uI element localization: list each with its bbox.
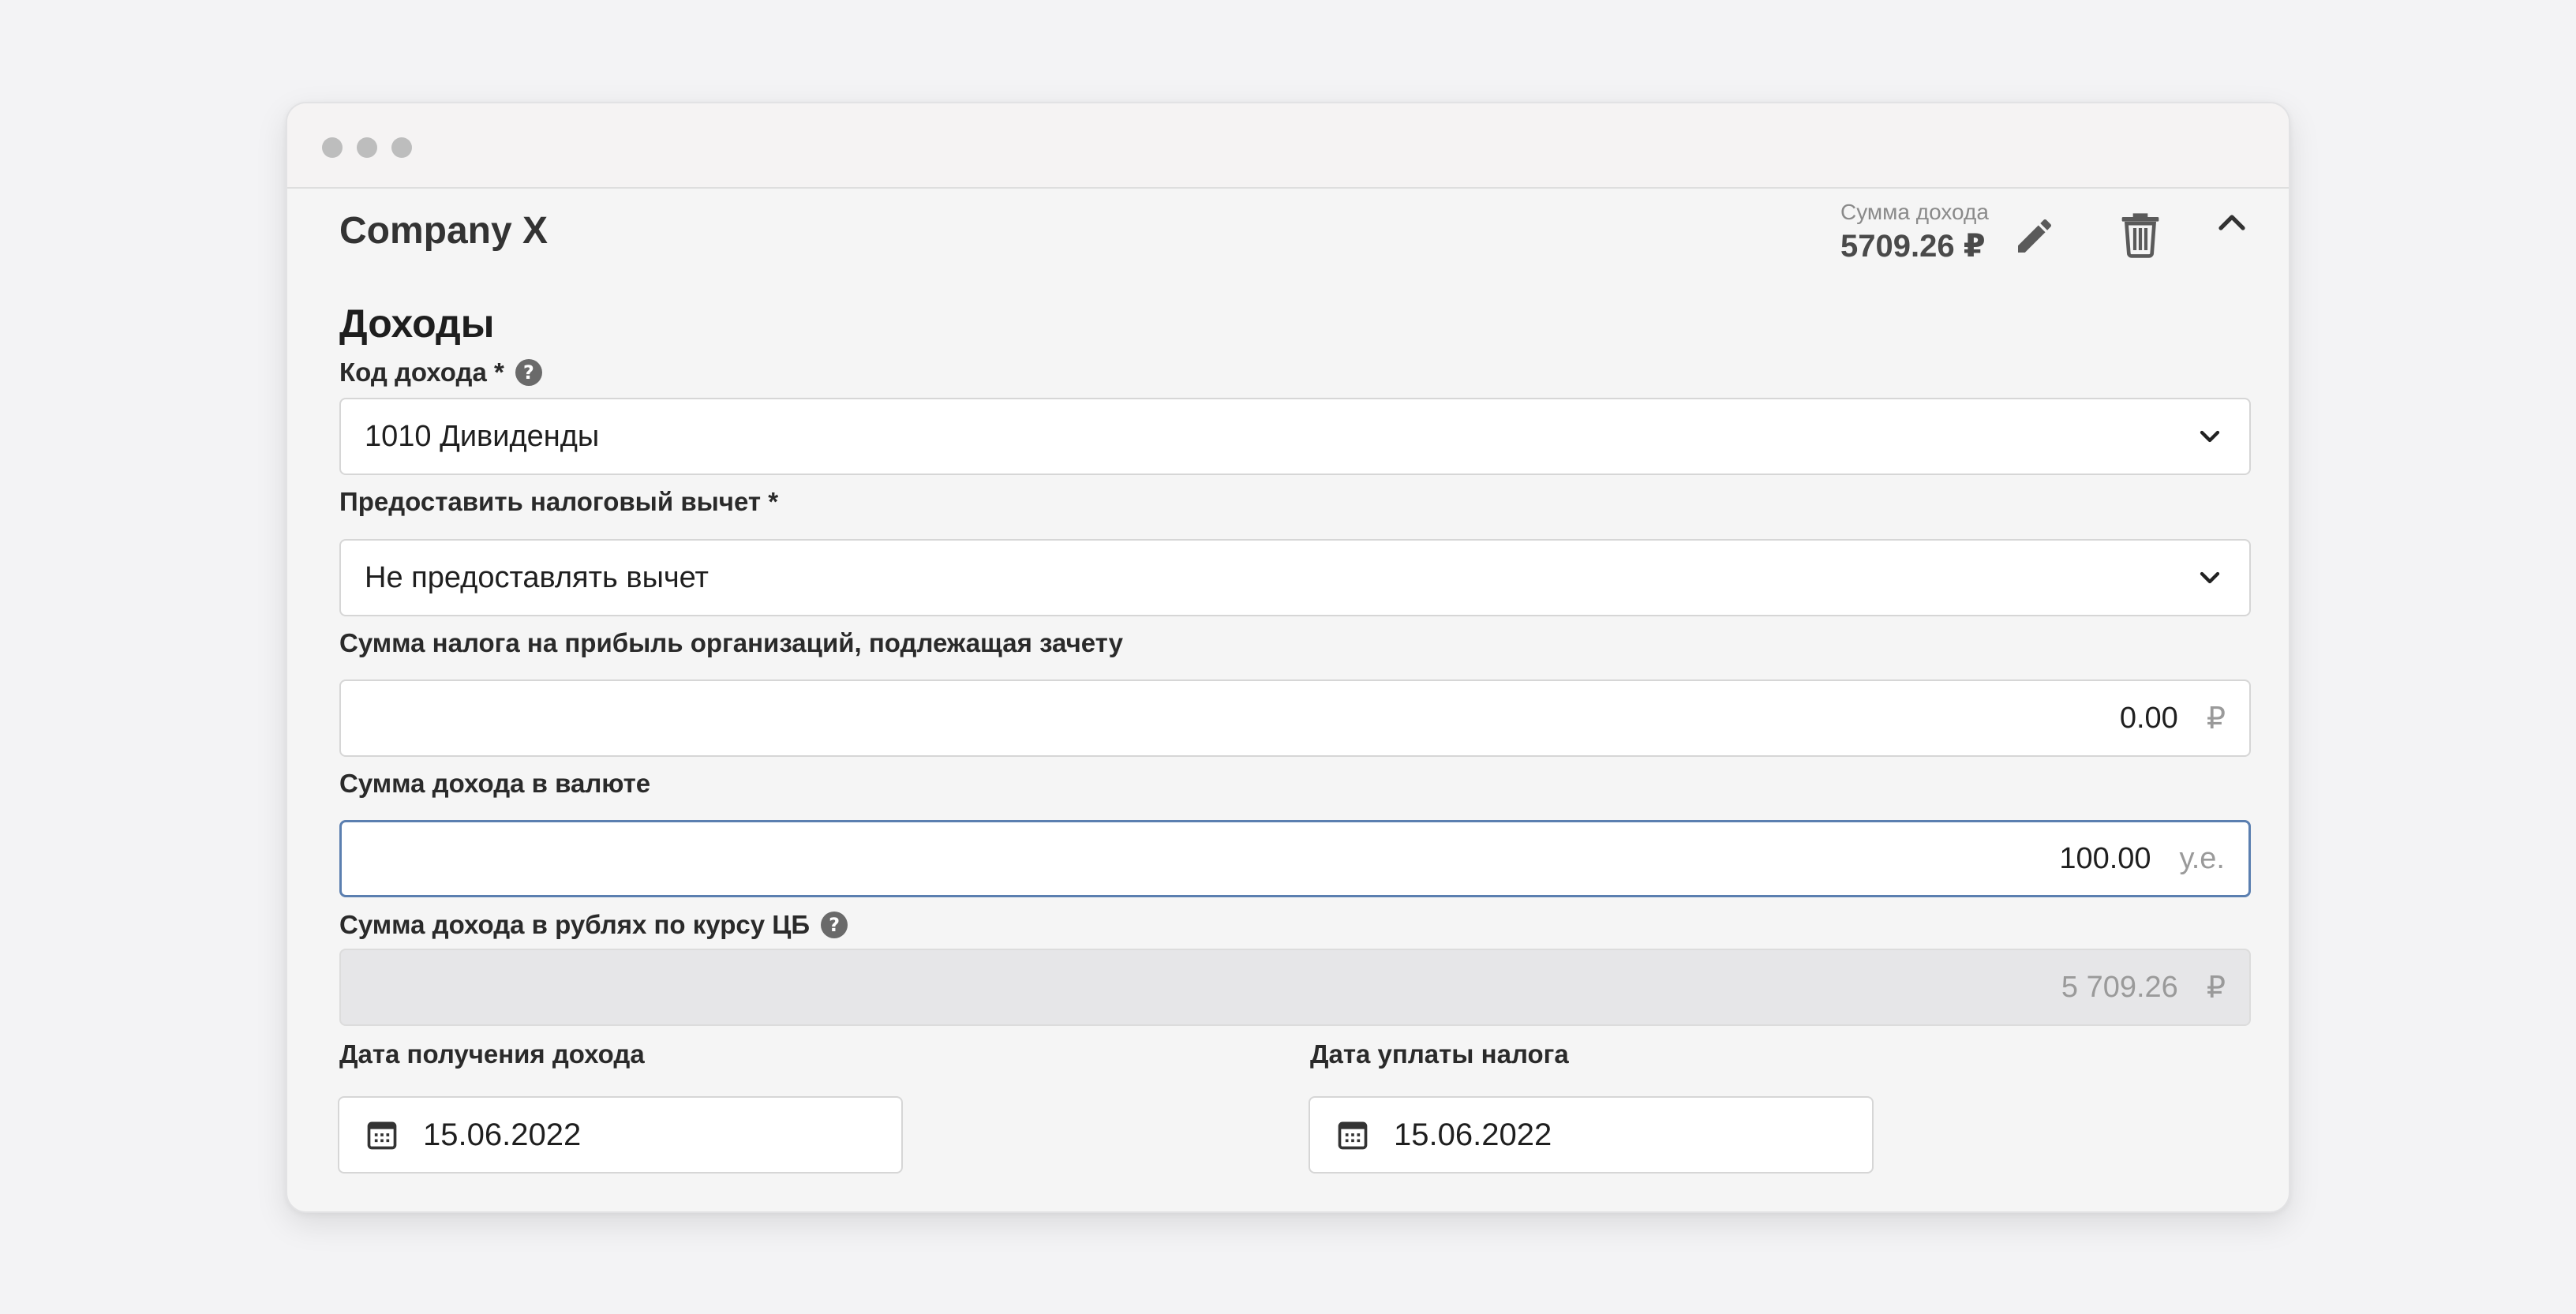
tax-date-value: 15.06.2022 xyxy=(1394,1117,1552,1152)
income-date-field[interactable]: 15.06.2022 xyxy=(338,1096,903,1174)
tax-date-label-text: Дата уплаты налога xyxy=(1310,1039,1569,1069)
ruble-unit: ₽ xyxy=(2206,971,2226,1005)
currency-income-label-text: Сумма дохода в валюте xyxy=(339,769,651,798)
rub-income-label: Сумма дохода в рублях по курсу ЦБ ? xyxy=(339,910,848,940)
income-code-label: Код дохода * ? xyxy=(339,358,542,387)
corp-tax-value: 0.00 xyxy=(2119,701,2178,735)
rub-income-input: 5 709.26 ₽ xyxy=(339,949,2251,1026)
title-bar xyxy=(287,103,2289,189)
income-card: Company X Сумма дохода 5709.26 ₽ Доходы … xyxy=(287,189,2289,1211)
income-date-label: Дата получения дохода xyxy=(339,1039,645,1069)
corp-tax-label-text: Сумма налога на прибыль организаций, под… xyxy=(339,628,1123,657)
rub-income-label-text: Сумма дохода в рублях по курсу ЦБ xyxy=(339,910,811,939)
calendar-icon xyxy=(367,1121,397,1150)
deduction-select[interactable]: Не предоставлять вычет xyxy=(339,539,2251,616)
calendar-icon xyxy=(1338,1121,1368,1150)
company-name: Company X xyxy=(339,210,549,252)
section-title: Доходы xyxy=(339,301,495,346)
currency-income-input[interactable]: 100.00 у.е. xyxy=(339,820,2251,897)
window-dot-maximize[interactable] xyxy=(391,137,412,158)
help-icon[interactable]: ? xyxy=(515,359,542,386)
income-sum-value: 5709.26 ₽ xyxy=(1840,229,1986,264)
income-sum-label: Сумма дохода xyxy=(1840,200,1989,224)
pencil-icon[interactable] xyxy=(2012,214,2057,258)
income-date-label-text: Дата получения дохода xyxy=(339,1039,645,1069)
chevron-up-icon[interactable] xyxy=(2213,204,2251,242)
income-code-label-text: Код дохода * xyxy=(339,358,504,387)
tax-date-label: Дата уплаты налога xyxy=(1310,1039,1569,1069)
deduction-label: Предоставить налоговый вычет * xyxy=(339,487,778,517)
chevron-down-icon xyxy=(2200,430,2220,443)
tax-date-field[interactable]: 15.06.2022 xyxy=(1309,1096,1874,1174)
currency-income-label: Сумма дохода в валюте xyxy=(339,769,650,799)
help-icon[interactable]: ? xyxy=(821,912,848,938)
currency-unit: у.е. xyxy=(2179,841,2225,875)
deduction-label-text: Предоставить налоговый вычет * xyxy=(339,487,779,516)
window-dot-minimize[interactable] xyxy=(357,137,377,158)
corp-tax-input[interactable]: 0.00 ₽ xyxy=(339,679,2251,757)
corp-tax-label: Сумма налога на прибыль организаций, под… xyxy=(339,628,1123,658)
rub-income-value: 5 709.26 xyxy=(2061,970,2178,1004)
currency-income-value: 100.00 xyxy=(2059,841,2151,875)
income-date-value: 15.06.2022 xyxy=(423,1117,582,1152)
ruble-unit: ₽ xyxy=(2206,702,2226,736)
income-code-value: 1010 Дивиденды xyxy=(365,419,600,453)
window-dot-close[interactable] xyxy=(322,137,343,158)
deduction-value: Не предоставлять вычет xyxy=(365,560,709,594)
app-window: Company X Сумма дохода 5709.26 ₽ Доходы … xyxy=(286,102,2290,1213)
income-code-select[interactable]: 1010 Дивиденды xyxy=(339,398,2251,475)
trash-icon[interactable] xyxy=(2118,209,2162,258)
chevron-down-icon xyxy=(2200,571,2220,584)
